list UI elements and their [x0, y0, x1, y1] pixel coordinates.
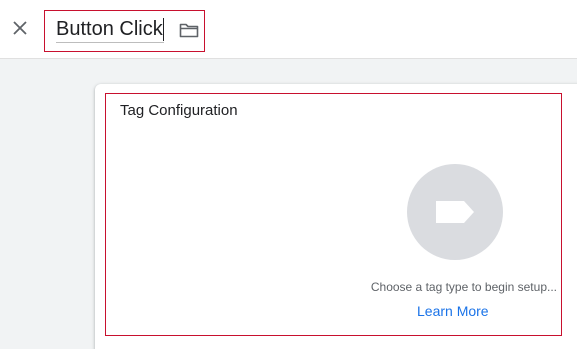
- tag-type-placeholder[interactable]: [407, 164, 503, 260]
- tag-configuration-section[interactable]: Tag Configuration Choose a tag type to b…: [105, 93, 562, 336]
- folder-icon: [179, 23, 199, 38]
- tag-editor-page: Tag Configuration Choose a tag type to b…: [0, 0, 577, 349]
- tag-name-container: [44, 10, 205, 52]
- tag-type-hint: Choose a tag type to begin setup...: [370, 280, 557, 294]
- editor-header: [0, 0, 577, 59]
- text-caret: [163, 18, 164, 41]
- close-icon: [13, 21, 27, 35]
- tag-name-input[interactable]: [56, 16, 164, 43]
- tag-configuration-title: Tag Configuration: [120, 102, 238, 119]
- close-button[interactable]: [8, 16, 32, 40]
- learn-more-link[interactable]: Learn More: [417, 303, 489, 319]
- tag-icon: [436, 201, 474, 223]
- folder-button[interactable]: [177, 18, 201, 42]
